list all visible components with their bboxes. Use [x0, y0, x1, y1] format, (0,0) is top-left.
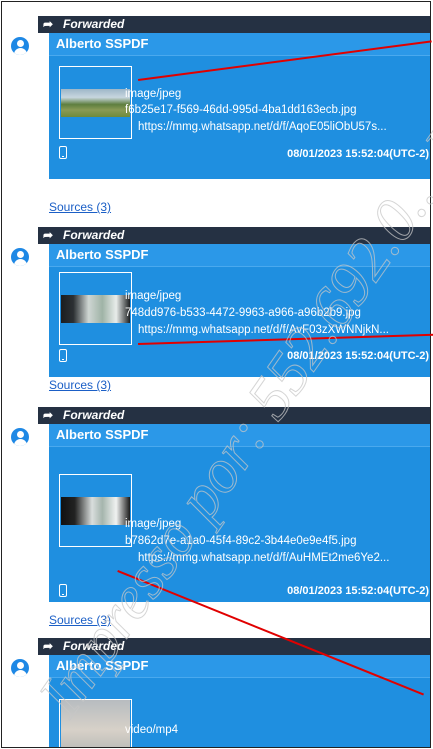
forward-arrow-icon: ➦ — [43, 408, 54, 422]
file-name: 748dd976-b533-4472-9963-a966-a96b2b9.jpg — [125, 307, 361, 319]
image-thumbnail[interactable] — [59, 66, 132, 139]
file-name: b7862d7e-a1a0-45f4-89c2-3b44e0e9e4f5.jpg — [125, 535, 357, 547]
sources-link[interactable]: Sources (3) — [49, 378, 111, 392]
forward-arrow-icon: ➦ — [43, 17, 54, 31]
forwarded-bar: ➦ Forwarded — [38, 638, 430, 655]
message-bubble[interactable]: Alberto SSPDF image/jpeg b7862d7e-a1a0-4… — [49, 424, 430, 602]
mime-type: image/jpeg — [125, 518, 182, 530]
mime-type: image/jpeg — [125, 88, 182, 100]
file-name: f6b25e17-f569-46dd-995d-4ba1dd163ecb.jpg — [125, 104, 357, 116]
forwarded-bar: ➦ Forwarded — [38, 227, 430, 244]
timestamp: 08/01/2023 15:52:04(UTC-2) — [287, 350, 429, 362]
user-avatar-icon — [11, 428, 29, 446]
phone-icon — [59, 146, 67, 159]
message-bubble[interactable]: Alberto SSPDF image/jpeg 748dd976-b533-4… — [49, 244, 430, 377]
media-url[interactable]: https://mmg.whatsapp.net/d/f/AuHMEt2me6Y… — [138, 552, 430, 564]
forwarded-bar: ➦ Forwarded — [38, 16, 430, 33]
sender-name: Alberto SSPDF — [49, 244, 430, 267]
image-thumbnail[interactable] — [59, 272, 132, 345]
sources-link[interactable]: Sources (3) — [49, 200, 111, 214]
phone-icon — [59, 349, 67, 362]
phone-icon — [59, 584, 67, 597]
media-url[interactable]: https://mmg.whatsapp.net/d/f/AqoE05liObU… — [138, 121, 430, 133]
image-thumbnail[interactable] — [59, 474, 132, 547]
video-thumbnail[interactable] — [59, 699, 132, 747]
user-avatar-icon — [11, 37, 29, 55]
timestamp: 08/01/2023 15:52:04(UTC-2) — [287, 585, 429, 597]
forwarded-bar: ➦ Forwarded — [38, 407, 430, 424]
sources-link[interactable]: Sources (3) — [49, 613, 111, 627]
user-avatar-icon — [11, 659, 29, 677]
message-bubble[interactable]: Alberto SSPDF image/jpeg f6b25e17-f569-4… — [49, 33, 430, 179]
forward-arrow-icon: ➦ — [43, 639, 54, 653]
sender-name: Alberto SSPDF — [49, 424, 430, 447]
sender-name: Alberto SSPDF — [49, 33, 430, 56]
forward-arrow-icon: ➦ — [43, 228, 54, 242]
timestamp: 08/01/2023 15:52:04(UTC-2) — [287, 148, 429, 160]
message-bubble[interactable]: Alberto SSPDF video/mp4 — [49, 655, 430, 747]
chat-frame: ➦ Forwarded Alberto SSPDF image/jpeg f6b2… — [1, 1, 431, 748]
user-avatar-icon — [11, 248, 29, 266]
mime-type: video/mp4 — [125, 724, 179, 736]
mime-type: image/jpeg — [125, 290, 182, 302]
